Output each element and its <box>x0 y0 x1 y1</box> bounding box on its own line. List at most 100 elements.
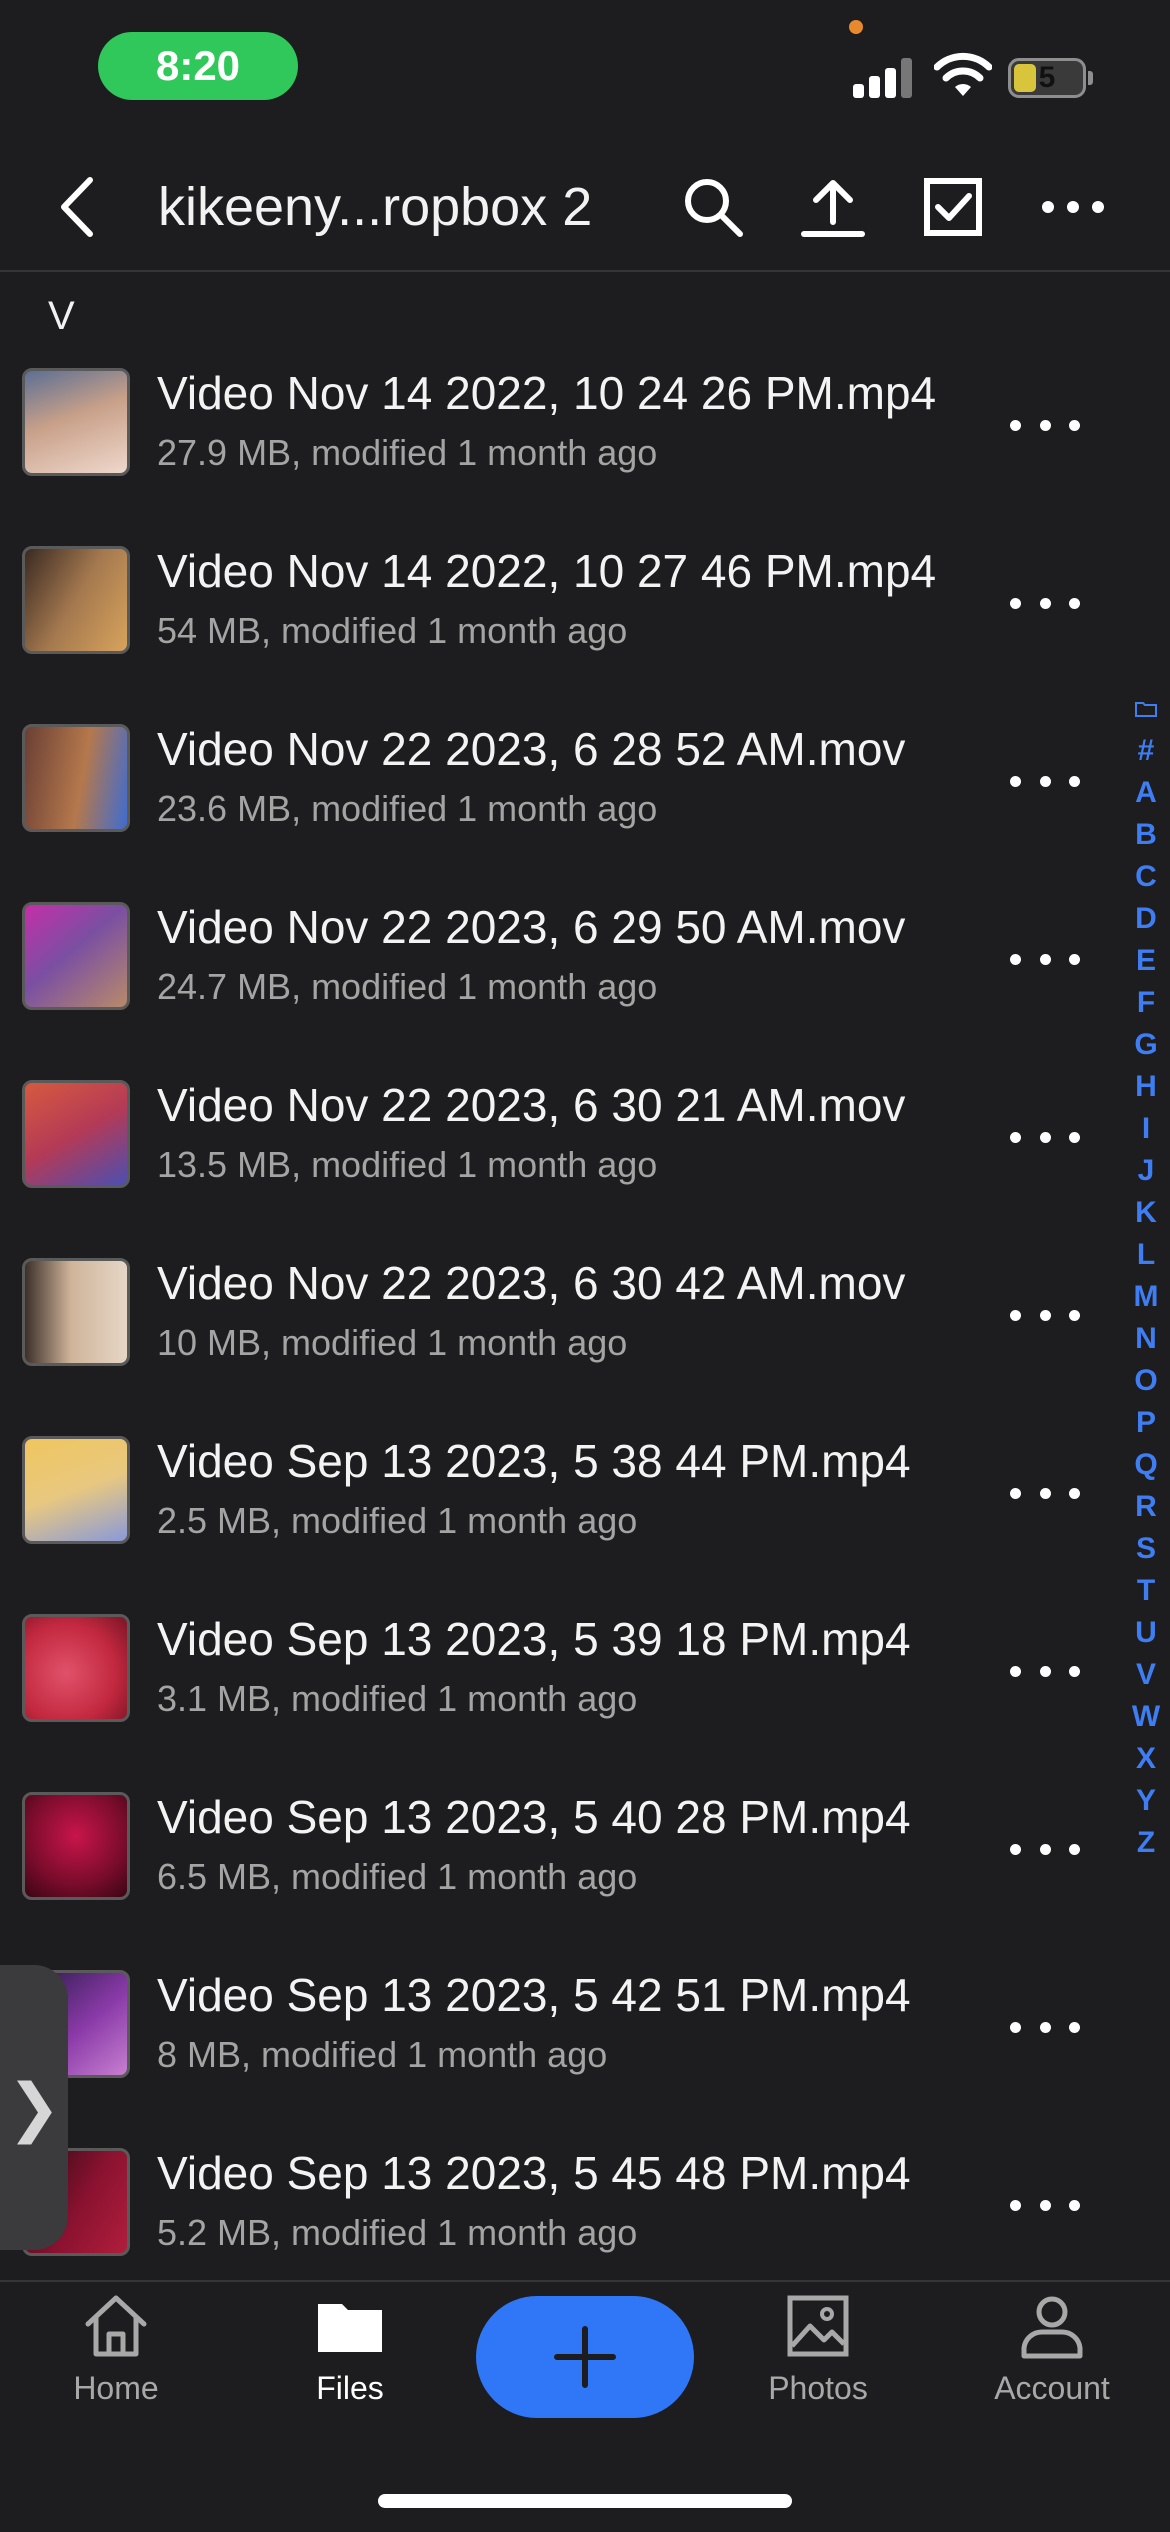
file-meta: 24.7 MB, modified 1 month ago <box>157 966 658 1007</box>
search-icon[interactable] <box>678 172 748 242</box>
file-more-button[interactable] <box>1010 588 1080 618</box>
file-row[interactable]: Video Nov 22 2023, 6 30 42 AM.mov 10 MB,… <box>0 1230 1110 1408</box>
index-letter[interactable]: P <box>1126 1402 1166 1444</box>
file-meta: 2.5 MB, modified 1 month ago <box>157 1500 638 1541</box>
index-letter[interactable]: U <box>1126 1612 1166 1654</box>
index-letter[interactable]: A <box>1126 772 1166 814</box>
file-more-button[interactable] <box>1010 944 1080 974</box>
file-row[interactable]: Video Sep 13 2023, 5 40 28 PM.mp4 6.5 MB… <box>0 1764 1110 1942</box>
file-more-button[interactable] <box>1010 766 1080 796</box>
index-letter[interactable]: X <box>1126 1738 1166 1780</box>
tab-home-label: Home <box>73 2370 159 2406</box>
tab-files[interactable]: Files <box>260 2290 440 2430</box>
file-meta: 13.5 MB, modified 1 month ago <box>157 1144 658 1185</box>
chevron-right-icon: ❯ <box>7 2071 61 2143</box>
battery-tip <box>1088 71 1093 85</box>
folder-title: kikeeny...ropbox 2 <box>158 177 593 237</box>
file-more-button[interactable] <box>1010 1656 1080 1686</box>
index-letter[interactable]: M <box>1126 1276 1166 1318</box>
file-more-button[interactable] <box>1010 410 1080 440</box>
file-row[interactable]: Video Sep 13 2023, 5 42 51 PM.mp4 8 MB, … <box>0 1942 1110 2120</box>
tab-account[interactable]: Account <box>962 2290 1142 2430</box>
file-row[interactable]: Video Nov 22 2023, 6 28 52 AM.mov 23.6 M… <box>0 696 1110 874</box>
video-thumbnail <box>22 1080 130 1188</box>
index-letter[interactable]: B <box>1126 814 1166 856</box>
file-more-button[interactable] <box>1010 1478 1080 1508</box>
index-letter[interactable]: L <box>1126 1234 1166 1276</box>
file-name: Video Sep 13 2023, 5 40 28 PM.mp4 <box>157 1791 911 1843</box>
index-letter[interactable]: C <box>1126 856 1166 898</box>
file-name: Video Nov 22 2023, 6 30 21 AM.mov <box>157 1079 906 1131</box>
file-meta: 3.1 MB, modified 1 month ago <box>157 1678 638 1719</box>
file-more-button[interactable] <box>1010 1300 1080 1330</box>
side-panel-tab[interactable]: ❯ <box>0 1965 68 2250</box>
index-letter[interactable]: G <box>1126 1024 1166 1066</box>
file-more-button[interactable] <box>1010 1834 1080 1864</box>
cellular-signal-icon <box>853 58 913 98</box>
plus-icon <box>554 2326 616 2388</box>
index-letter[interactable]: # <box>1126 730 1166 772</box>
index-letter[interactable]: V <box>1126 1654 1166 1696</box>
file-meta: 23.6 MB, modified 1 month ago <box>157 788 658 829</box>
alphabet-index[interactable]: # A B C D E F G H I J K L M N O P Q R S … <box>1126 730 1166 1864</box>
index-letter[interactable]: N <box>1126 1318 1166 1360</box>
wifi-icon <box>934 52 992 96</box>
folder-icon <box>318 2304 382 2352</box>
file-row[interactable]: Video Sep 13 2023, 5 39 18 PM.mp4 3.1 MB… <box>0 1586 1110 1764</box>
index-letter[interactable]: Z <box>1126 1822 1166 1864</box>
index-letter[interactable]: H <box>1126 1066 1166 1108</box>
video-thumbnail <box>22 1792 130 1900</box>
index-letter[interactable]: S <box>1126 1528 1166 1570</box>
back-chevron-icon[interactable] <box>50 172 110 242</box>
file-row[interactable]: Video Sep 13 2023, 5 45 48 PM.mp4 5.2 MB… <box>0 2120 1110 2280</box>
index-letter[interactable]: E <box>1126 940 1166 982</box>
file-name: Video Nov 14 2022, 10 27 46 PM.mp4 <box>157 545 937 597</box>
file-name: Video Nov 22 2023, 6 29 50 AM.mov <box>157 901 906 953</box>
file-row[interactable]: Video Nov 22 2023, 6 29 50 AM.mov 24.7 M… <box>0 874 1110 1052</box>
folder-index-icon[interactable] <box>1134 700 1158 718</box>
file-row[interactable]: Video Nov 14 2022, 10 24 26 PM.mp4 27.9 … <box>0 340 1110 518</box>
tab-photos[interactable]: Photos <box>728 2290 908 2430</box>
index-letter[interactable]: Y <box>1126 1780 1166 1822</box>
select-checkbox-icon[interactable] <box>918 172 988 242</box>
index-letter[interactable]: Q <box>1126 1444 1166 1486</box>
tab-photos-label: Photos <box>768 2370 868 2406</box>
index-letter[interactable]: D <box>1126 898 1166 940</box>
file-more-button[interactable] <box>1010 2012 1080 2042</box>
more-options-icon[interactable] <box>1038 172 1108 242</box>
video-thumbnail <box>22 1258 130 1366</box>
index-letter[interactable]: T <box>1126 1570 1166 1612</box>
file-meta: 27.9 MB, modified 1 month ago <box>157 432 658 473</box>
add-button[interactable] <box>476 2296 694 2418</box>
video-thumbnail <box>22 724 130 832</box>
file-more-button[interactable] <box>1010 2190 1080 2220</box>
index-letter[interactable]: R <box>1126 1486 1166 1528</box>
file-name: Video Nov 22 2023, 6 30 42 AM.mov <box>157 1257 906 1309</box>
video-thumbnail <box>22 546 130 654</box>
file-more-button[interactable] <box>1010 1122 1080 1152</box>
file-meta: 6.5 MB, modified 1 month ago <box>157 1856 638 1897</box>
photos-icon <box>787 2295 849 2357</box>
file-meta: 10 MB, modified 1 month ago <box>157 1322 628 1363</box>
status-time: 8:20 <box>98 32 298 100</box>
file-name: Video Nov 22 2023, 6 28 52 AM.mov <box>157 723 906 775</box>
index-letter[interactable]: F <box>1126 982 1166 1024</box>
video-thumbnail <box>22 368 130 476</box>
index-letter[interactable]: W <box>1126 1696 1166 1738</box>
file-meta: 8 MB, modified 1 month ago <box>157 2034 608 2075</box>
tab-home[interactable]: Home <box>26 2290 206 2430</box>
upload-icon[interactable] <box>798 172 868 242</box>
index-letter[interactable]: J <box>1126 1150 1166 1192</box>
index-letter[interactable]: I <box>1126 1108 1166 1150</box>
file-name: Video Nov 14 2022, 10 24 26 PM.mp4 <box>157 367 937 419</box>
file-row[interactable]: Video Nov 22 2023, 6 30 21 AM.mov 13.5 M… <box>0 1052 1110 1230</box>
video-thumbnail <box>22 1436 130 1544</box>
index-letter[interactable]: K <box>1126 1192 1166 1234</box>
file-name: Video Sep 13 2023, 5 42 51 PM.mp4 <box>157 1969 911 2021</box>
privacy-indicator-dot <box>849 20 863 34</box>
file-row[interactable]: Video Sep 13 2023, 5 38 44 PM.mp4 2.5 MB… <box>0 1408 1110 1586</box>
home-indicator <box>378 2494 792 2508</box>
index-letter[interactable]: O <box>1126 1360 1166 1402</box>
file-row[interactable]: Video Nov 14 2022, 10 27 46 PM.mp4 54 MB… <box>0 518 1110 696</box>
home-icon <box>85 2295 147 2357</box>
